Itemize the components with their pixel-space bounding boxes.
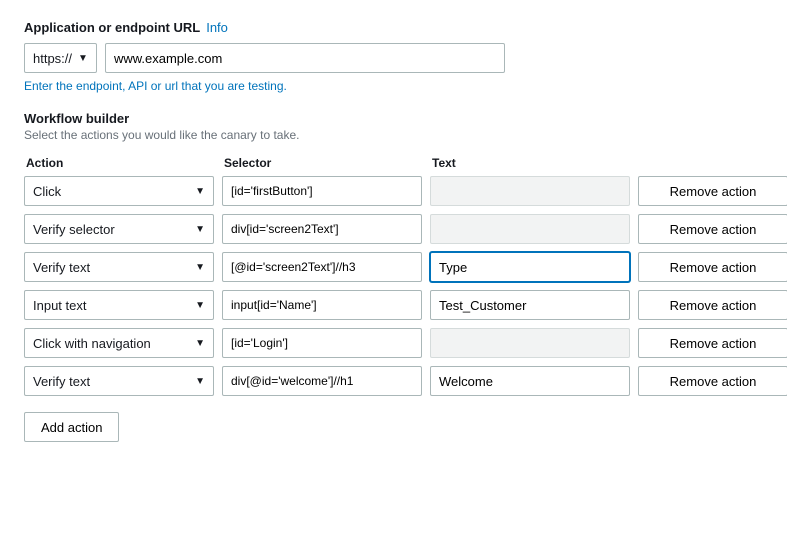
table-row: Verify text ▼ Remove action (24, 366, 763, 396)
remove-action-button-0[interactable]: Remove action (638, 176, 787, 206)
action-label-2: Verify text (33, 260, 90, 275)
action-label-3: Input text (33, 298, 86, 313)
action-select-1[interactable]: Verify selector ▼ (24, 214, 214, 244)
table-row: Verify text ▼ Remove action (24, 252, 763, 282)
selector-input-0[interactable] (222, 176, 422, 206)
selector-input-4[interactable] (222, 328, 422, 358)
action-label-4: Click with navigation (33, 336, 151, 351)
action-select-4[interactable]: Click with navigation ▼ (24, 328, 214, 358)
action-arrow-icon-5: ▼ (195, 376, 205, 387)
action-arrow-icon-2: ▼ (195, 262, 205, 273)
action-arrow-icon-3: ▼ (195, 300, 205, 311)
table-row: Click with navigation ▼ Remove action (24, 328, 763, 358)
action-label-1: Verify selector (33, 222, 115, 237)
action-select-2[interactable]: Verify text ▼ (24, 252, 214, 282)
table-row: Verify selector ▼ Remove action (24, 214, 763, 244)
col-header-text: Text (432, 156, 632, 170)
table-header: Action Selector Text (24, 156, 763, 170)
text-input-2[interactable] (430, 252, 630, 282)
app-url-label: Application or endpoint URL (24, 20, 200, 35)
selector-input-1[interactable] (222, 214, 422, 244)
action-select-0[interactable]: Click ▼ (24, 176, 214, 206)
table-row: Input text ▼ Remove action (24, 290, 763, 320)
action-select-5[interactable]: Verify text ▼ (24, 366, 214, 396)
table-row: Click ▼ Remove action (24, 176, 763, 206)
col-header-action: Action (26, 156, 216, 170)
protocol-arrow-icon: ▼ (78, 53, 88, 64)
col-header-remove (640, 156, 787, 170)
action-label-0: Click (33, 184, 61, 199)
action-arrow-icon-1: ▼ (195, 224, 205, 235)
text-input-1[interactable] (430, 214, 630, 244)
selector-input-3[interactable] (222, 290, 422, 320)
text-input-3[interactable] (430, 290, 630, 320)
text-input-0[interactable] (430, 176, 630, 206)
remove-action-button-1[interactable]: Remove action (638, 214, 787, 244)
app-url-section-header: Application or endpoint URL Info (24, 20, 763, 35)
text-input-4[interactable] (430, 328, 630, 358)
selector-input-2[interactable] (222, 252, 422, 282)
text-input-5[interactable] (430, 366, 630, 396)
remove-action-button-2[interactable]: Remove action (638, 252, 787, 282)
add-action-button[interactable]: Add action (24, 412, 119, 442)
workflow-title: Workflow builder (24, 111, 763, 126)
url-input[interactable] (105, 43, 505, 73)
action-label-5: Verify text (33, 374, 90, 389)
protocol-value: https:// (33, 51, 72, 66)
url-row: https:// ▼ (24, 43, 763, 73)
action-select-3[interactable]: Input text ▼ (24, 290, 214, 320)
workflow-subtitle: Select the actions you would like the ca… (24, 128, 763, 142)
action-arrow-icon-0: ▼ (195, 186, 205, 197)
selector-input-5[interactable] (222, 366, 422, 396)
col-header-selector: Selector (224, 156, 424, 170)
action-arrow-icon-4: ▼ (195, 338, 205, 349)
remove-action-button-3[interactable]: Remove action (638, 290, 787, 320)
protocol-select[interactable]: https:// ▼ (24, 43, 97, 73)
remove-action-button-4[interactable]: Remove action (638, 328, 787, 358)
workflow-section: Workflow builder Select the actions you … (24, 111, 763, 442)
remove-action-button-5[interactable]: Remove action (638, 366, 787, 396)
url-hint: Enter the endpoint, API or url that you … (24, 79, 763, 93)
info-link[interactable]: Info (206, 20, 228, 35)
